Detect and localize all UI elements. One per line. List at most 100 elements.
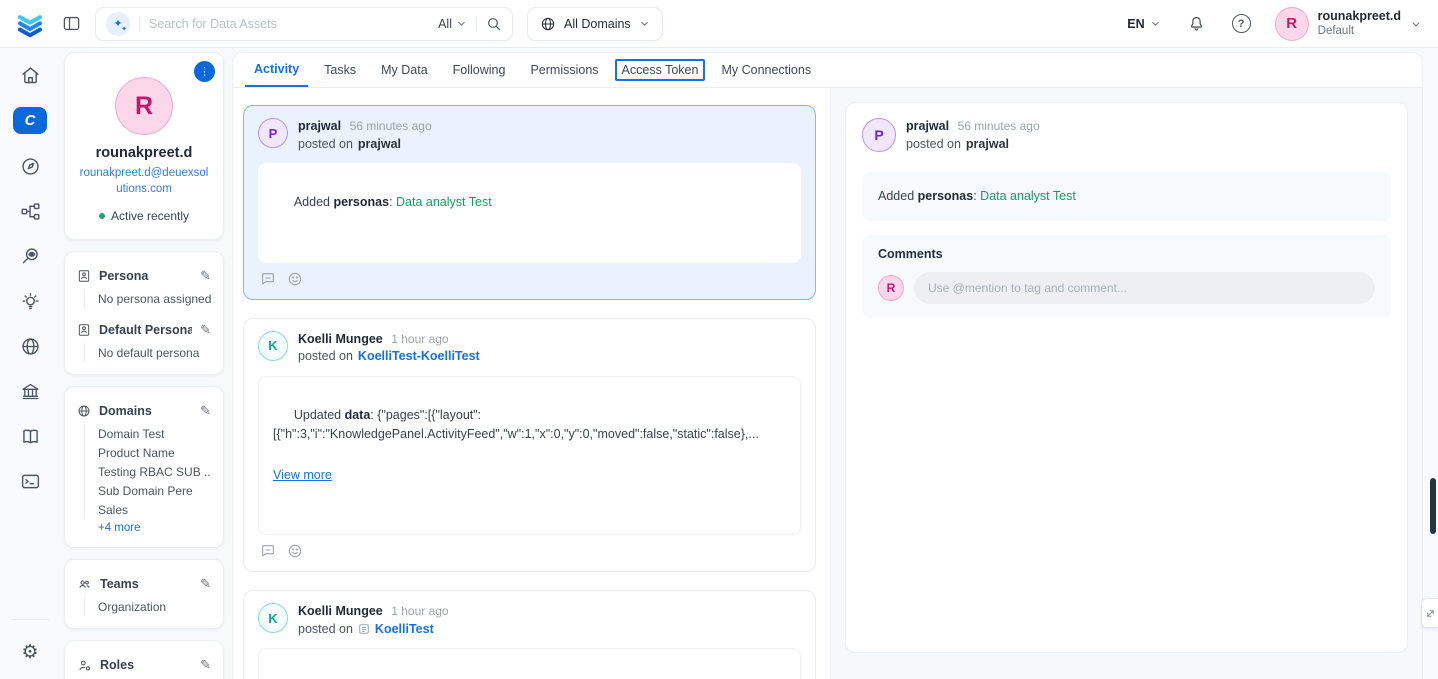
- team-icon: [358, 623, 370, 635]
- edit-domains-icon[interactable]: ✎: [200, 403, 211, 419]
- collate-ai-icon[interactable]: C: [13, 107, 47, 134]
- search-scope-dropdown[interactable]: All: [438, 17, 467, 31]
- profile-avatar: R: [115, 77, 173, 135]
- global-search-bar[interactable]: ✦✦ All: [95, 7, 513, 41]
- panel-resize-handle[interactable]: [1421, 598, 1438, 628]
- detail-message: Added personas: Data analyst Test: [862, 172, 1391, 221]
- view-more-link[interactable]: View more: [273, 466, 786, 485]
- post-time: 1 hour ago: [391, 604, 448, 618]
- search-scope-label: All: [438, 17, 452, 31]
- post-time: 1 hour ago: [391, 332, 448, 346]
- tab-tasks[interactable]: Tasks: [315, 53, 365, 87]
- user-names: rounakpreet.d Default: [1318, 9, 1401, 39]
- language-dropdown[interactable]: EN: [1127, 17, 1160, 31]
- domain-item[interactable]: Sales: [98, 500, 211, 519]
- tab-access-token[interactable]: Access Token: [615, 59, 706, 81]
- teams-title: Teams: [100, 577, 192, 591]
- edit-teams-icon[interactable]: ✎: [200, 576, 211, 592]
- status-dot: [99, 213, 105, 219]
- post-avatar: P: [258, 118, 288, 148]
- post-message: Updated data: {"pages":[{"layout": [{"h"…: [273, 408, 759, 441]
- help-icon[interactable]: ?: [1232, 14, 1251, 33]
- domain-item[interactable]: Testing RBAC SUB ...: [98, 462, 211, 481]
- domains-more-link[interactable]: +4 more: [98, 519, 211, 535]
- user-name: rounakpreet.d: [1318, 9, 1401, 25]
- teams-card: Teams ✎ Organization: [64, 559, 224, 629]
- domains-card: Domains ✎ Domain TestProduct NameTesting…: [64, 386, 224, 548]
- detail-target[interactable]: prajwal: [966, 136, 1009, 154]
- feed-post[interactable]: P prajwal 56 minutes ago posted on prajw…: [243, 105, 816, 300]
- post-target[interactable]: KoelliTest-KoelliTest: [358, 348, 480, 366]
- left-nav-rail: C ⚙: [0, 48, 60, 679]
- openmetadata-logo-icon[interactable]: [12, 6, 48, 42]
- home-icon[interactable]: [17, 62, 43, 88]
- chevron-down-icon: [1150, 18, 1161, 29]
- reply-comment-icon[interactable]: [260, 271, 276, 287]
- settings-gear-icon[interactable]: ⚙: [17, 639, 43, 665]
- insights-bulb-icon[interactable]: [17, 288, 43, 314]
- post-avatar: K: [258, 603, 288, 633]
- observability-search-icon[interactable]: [17, 243, 43, 269]
- comments-title: Comments: [878, 247, 1375, 261]
- reply-comment-icon[interactable]: [260, 543, 276, 559]
- add-reaction-icon[interactable]: [287, 271, 303, 287]
- feed-post[interactable]: K Koelli Mungee 1 hour ago posted on Koe…: [243, 590, 816, 679]
- default-persona-badge-icon: [77, 323, 91, 337]
- user-profile-menu[interactable]: R rounakpreet.d Default: [1275, 7, 1422, 41]
- post-author[interactable]: Koelli Mungee: [298, 332, 383, 346]
- ai-sparkle-icon[interactable]: ✦✦: [106, 12, 130, 36]
- post-target[interactable]: KoelliTest: [375, 621, 434, 639]
- edit-roles-icon[interactable]: ✎: [200, 657, 211, 673]
- lineage-graph-icon[interactable]: [17, 198, 43, 224]
- chevron-down-icon: [639, 18, 650, 29]
- domain-item[interactable]: Domain Test: [98, 424, 211, 443]
- vertical-scrollbar[interactable]: [1430, 478, 1436, 534]
- domains-globe-icon[interactable]: [17, 333, 43, 359]
- team-item[interactable]: Organization: [98, 597, 211, 616]
- post-avatar: K: [258, 331, 288, 361]
- explore-compass-icon[interactable]: [17, 153, 43, 179]
- domain-item[interactable]: Product Name: [98, 443, 211, 462]
- persona-empty-text: No persona assigned: [98, 289, 211, 308]
- chevron-down-icon: [456, 18, 467, 29]
- tab-my-connections[interactable]: My Connections: [712, 53, 820, 87]
- notifications-bell-icon[interactable]: [1187, 14, 1206, 33]
- tab-bar: ActivityTasksMy DataFollowingPermissions…: [233, 53, 1422, 88]
- default-persona-empty-text: No default persona: [98, 343, 211, 362]
- persona-card: Persona ✎ No persona assigned Default Pe…: [64, 251, 224, 375]
- post-target[interactable]: prajwal: [358, 136, 401, 154]
- domain-item[interactable]: Sub Domain Pere: [98, 481, 211, 500]
- teams-list: Organization: [84, 597, 211, 616]
- tab-permissions[interactable]: Permissions: [521, 53, 607, 87]
- main-content-panel: ActivityTasksMy DataFollowingPermissions…: [232, 52, 1423, 679]
- divider: [139, 16, 140, 32]
- all-domains-button[interactable]: All Domains: [527, 7, 663, 41]
- post-message: Added personas: Data analyst Test: [294, 195, 492, 209]
- search-input[interactable]: [149, 17, 429, 31]
- detail-author[interactable]: prajwal: [906, 119, 949, 133]
- profile-kebab-menu-icon[interactable]: ⋮: [194, 61, 215, 82]
- tab-my-data[interactable]: My Data: [372, 53, 437, 87]
- glossary-book-icon[interactable]: [17, 423, 43, 449]
- post-author[interactable]: prajwal: [298, 119, 341, 133]
- add-reaction-icon[interactable]: [287, 543, 303, 559]
- tab-following[interactable]: Following: [444, 53, 515, 87]
- tab-activity[interactable]: Activity: [245, 53, 308, 87]
- comment-input[interactable]: [914, 272, 1375, 304]
- persona-badge-icon: [77, 269, 91, 283]
- govern-bank-icon[interactable]: [17, 378, 43, 404]
- language-label: EN: [1127, 17, 1144, 31]
- developer-terminal-icon[interactable]: [17, 468, 43, 494]
- feed-post[interactable]: K Koelli Mungee 1 hour ago posted on Koe…: [243, 318, 816, 573]
- roles-card: Roles ✎ Admin Inherited Roles: [64, 640, 224, 679]
- profile-email-link[interactable]: rounakpreet.d@deuexsolutions.com: [77, 165, 211, 197]
- edit-default-persona-icon[interactable]: ✎: [200, 322, 211, 338]
- post-author[interactable]: Koelli Mungee: [298, 604, 383, 618]
- divider: [476, 16, 477, 32]
- edit-persona-icon[interactable]: ✎: [200, 268, 211, 284]
- search-icon[interactable]: [486, 16, 502, 32]
- user-avatar[interactable]: R: [1275, 7, 1309, 41]
- user-persona: Default: [1318, 24, 1401, 38]
- collapse-sidebar-icon[interactable]: [62, 14, 81, 33]
- default-persona-title: Default Persona: [99, 323, 192, 337]
